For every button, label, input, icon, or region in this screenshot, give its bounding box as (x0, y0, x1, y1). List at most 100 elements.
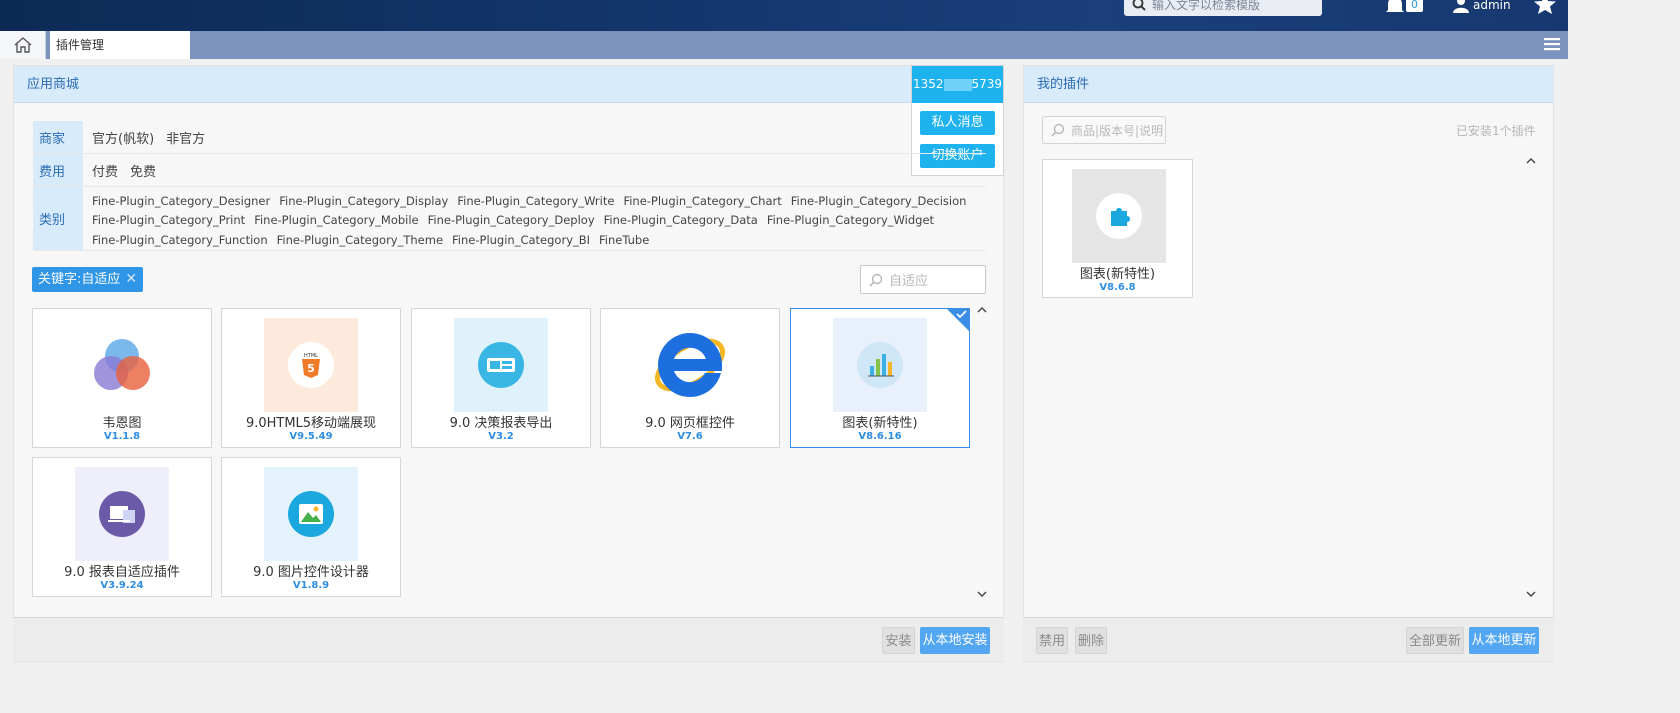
my-plugins-footer: 禁用 删除 全部更新 从本地更新 (1023, 617, 1554, 661)
tab-bar: 插件管理 (0, 31, 1568, 59)
plugin-name: 韦恩图 (102, 416, 142, 431)
filter-option-category[interactable]: Fine-Plugin_Category_Mobile (254, 212, 418, 228)
filter-option-category[interactable]: Fine-Plugin_Category_Display (279, 193, 448, 209)
plugin-name: 9.0 网页框控件 (645, 416, 735, 431)
plugin-name: 图表(新特性) (842, 416, 918, 431)
account-number-prefix: 1352 (912, 77, 944, 91)
plugin-name: 9.0 决策报表导出 (449, 416, 553, 431)
plugin-version: V8.6.16 (858, 431, 902, 442)
store-scrollbar[interactable] (976, 304, 988, 600)
svg-text:5: 5 (307, 362, 315, 375)
plugin-name: 9.0 图片控件设计器 (253, 565, 369, 580)
internet-explorer-icon (643, 318, 737, 412)
plugin-version: V3.2 (488, 431, 514, 442)
plugin-card[interactable]: 9.0 图片控件设计器 V1.8.9 (221, 457, 401, 597)
top-header: 输入文字以检索模版 0 admin (0, 0, 1568, 31)
installed-plugin-name: 图表(新特性) (1079, 267, 1156, 282)
filter-option-category[interactable]: Fine-Plugin_Category_Decision (791, 193, 967, 209)
installed-plugin-card[interactable]: 图表(新特性) V8.6.8 (1042, 159, 1193, 298)
puzzle-icon (1072, 169, 1166, 263)
plugin-version: V1.1.8 (103, 431, 141, 442)
search-icon (1132, 0, 1146, 11)
chevron-up-icon[interactable] (1525, 155, 1537, 167)
home-tab[interactable] (0, 31, 46, 59)
my-plugins-search-placeholder: 商品|版本号|说明 (1071, 123, 1164, 138)
filter-option-category[interactable]: Fine-Plugin_Category_Designer (92, 193, 270, 209)
filter-option-category[interactable]: Fine-Plugin_Category_Write (457, 193, 614, 209)
filter-option-free[interactable]: 免费 (130, 161, 156, 180)
user-icon (1453, 0, 1469, 13)
filter-row-fee: 费用 付费 免费 (33, 154, 986, 187)
search-icon (869, 273, 883, 287)
search-icon (1051, 123, 1065, 137)
user-name: admin (1473, 0, 1511, 12)
filter-option-category[interactable]: Fine-Plugin_Category_Chart (623, 193, 781, 209)
delete-button[interactable]: 删除 (1075, 627, 1107, 654)
plugin-card[interactable]: HTML 5 9.0HTML5移动端展现 V9.5.49 (221, 308, 401, 448)
filter-option-category[interactable]: Fine-Plugin_Category_BI (452, 232, 590, 248)
chevron-down-icon[interactable] (976, 588, 988, 600)
home-icon (14, 37, 31, 53)
my-plugins-title: 我的插件 (1024, 66, 1553, 103)
image-icon (264, 467, 358, 561)
account-number-suffix: 5739 (971, 77, 1003, 91)
keyword-tag[interactable]: 关键字:自适应 ✕ (32, 267, 144, 292)
my-plugins-search-input[interactable]: 商品|版本号|说明 (1042, 116, 1166, 144)
update-local-button[interactable]: 从本地更新 (1469, 627, 1539, 654)
filter-option-category[interactable]: FineTube (599, 232, 649, 248)
plugin-version: V3.9.24 (100, 580, 144, 591)
user-menu[interactable]: admin (1453, 0, 1511, 14)
plugin-card[interactable]: 9.0 报表自适应插件 V3.9.24 (32, 457, 212, 597)
filter-option-category[interactable]: Fine-Plugin_Category_Print (92, 212, 245, 228)
filter-option-category[interactable]: Fine-Plugin_Category_Data (604, 212, 758, 228)
check-icon (956, 310, 967, 319)
bell-icon[interactable] (1384, 0, 1406, 14)
chevron-up-icon[interactable] (976, 304, 988, 316)
notification-count-badge: 0 (1406, 0, 1423, 12)
report-export-icon (454, 318, 548, 412)
my-plugins-panel: 我的插件 (1023, 65, 1554, 662)
account-number-masked (943, 78, 972, 91)
plugin-card-selected[interactable]: 图表(新特性) V8.6.16 (790, 308, 970, 448)
filter-option-category[interactable]: Fine-Plugin_Category_Widget (767, 212, 934, 228)
filter-option-unofficial[interactable]: 非官方 (166, 128, 205, 147)
filter-row-merchant: 商家 官方(帆软) 非官方 (33, 121, 986, 154)
star-icon[interactable] (1534, 0, 1556, 14)
filter-option-category[interactable]: Fine-Plugin_Category_Deploy (428, 212, 595, 228)
keyword-search-value: 自适应 (889, 274, 929, 289)
plugin-version: V7.6 (677, 431, 703, 442)
installed-plugin-version: V8.6.8 (1099, 282, 1136, 293)
plugin-card[interactable]: 韦恩图 V1.1.8 (32, 308, 212, 448)
plugin-version: V9.5.49 (289, 431, 333, 442)
tab-plugin-management[interactable]: 插件管理 (50, 31, 190, 59)
plugin-card[interactable]: 9.0 网页框控件 V7.6 (600, 308, 780, 448)
filter-option-category[interactable]: Fine-Plugin_Category_Function (92, 232, 268, 248)
app-store-title: 应用商城 (14, 66, 1003, 103)
keyword-search-input[interactable]: 自适应 (860, 265, 986, 294)
template-search-input[interactable]: 输入文字以检索模版 (1124, 0, 1322, 16)
svg-text:HTML: HTML (304, 353, 318, 359)
bar-chart-icon (833, 318, 927, 412)
chevron-down-icon[interactable] (1525, 588, 1537, 600)
filter-option-paid[interactable]: 付费 (92, 161, 118, 180)
keyword-remove-icon[interactable]: ✕ (125, 267, 137, 292)
install-button[interactable]: 安装 (882, 627, 915, 654)
plugin-name: 9.0HTML5移动端展现 (245, 416, 377, 431)
keyword-tag-label: 关键字:自适应 (38, 272, 121, 287)
my-plugins-scrollbar[interactable] (1525, 155, 1537, 600)
plugin-version: V1.8.9 (292, 580, 330, 591)
filter-row-category: 类别 Fine-Plugin_Category_Designer Fine-Plu… (33, 187, 986, 251)
filter-option-category[interactable]: Fine-Plugin_Category_Theme (277, 232, 443, 248)
account-number: 1352 5739 (912, 66, 1003, 103)
update-all-button[interactable]: 全部更新 (1406, 627, 1464, 654)
disable-button[interactable]: 禁用 (1036, 627, 1068, 654)
plugin-card[interactable]: 9.0 决策报表导出 V3.2 (411, 308, 591, 448)
template-search-placeholder: 输入文字以检索模版 (1152, 0, 1261, 12)
venn-diagram-icon (75, 318, 169, 412)
hamburger-menu-icon[interactable] (1544, 37, 1560, 51)
install-local-button[interactable]: 从本地安装 (920, 627, 990, 654)
filter-option-official[interactable]: 官方(帆软) (92, 128, 154, 147)
filter-label-category: 类别 (33, 187, 83, 250)
filter-label-merchant: 商家 (33, 121, 83, 153)
plugin-filter: 商家 官方(帆软) 非官方 费用 付费 免费 类别 Fine-Plugin_Ca… (33, 121, 986, 251)
